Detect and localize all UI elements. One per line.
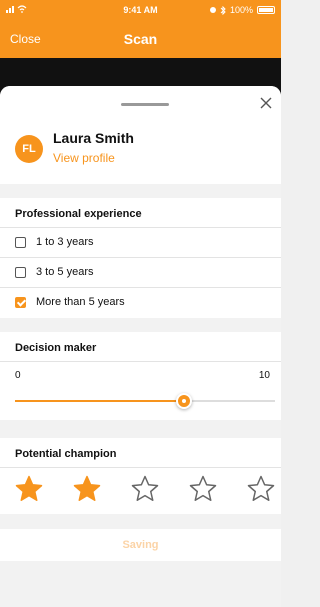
slider-labels: 0 10	[0, 362, 281, 386]
star-outline-icon[interactable]	[246, 474, 276, 504]
scan-sheet: FL Laura Smith View profile Professional…	[0, 86, 281, 607]
champion-section: Potential champion	[0, 438, 281, 514]
option-label: 3 to 5 years	[36, 266, 94, 278]
star-filled-icon[interactable]	[14, 474, 44, 504]
slider-fill	[15, 400, 184, 402]
close-icon[interactable]	[258, 95, 274, 111]
star-outline-icon[interactable]	[130, 474, 160, 504]
checkbox[interactable]	[15, 297, 26, 308]
champion-title: Potential champion	[0, 438, 281, 468]
decision-maker-title: Decision maker	[0, 332, 281, 362]
decision-maker-section: Decision maker 0 10	[0, 332, 281, 420]
checkbox[interactable]	[15, 267, 26, 278]
bluetooth-icon	[220, 5, 226, 15]
star-filled-icon[interactable]	[72, 474, 102, 504]
option-label: More than 5 years	[36, 296, 125, 308]
status-right: 100%	[209, 5, 275, 15]
slider-min-label: 0	[15, 370, 21, 381]
star-rating[interactable]	[0, 468, 281, 514]
option-label: 1 to 3 years	[36, 236, 94, 248]
experience-option[interactable]: 1 to 3 years	[0, 228, 281, 258]
person-name: Laura Smith	[53, 130, 134, 146]
star-outline-icon[interactable]	[188, 474, 218, 504]
experience-title: Professional experience	[0, 198, 281, 228]
experience-option[interactable]: More than 5 years	[0, 288, 281, 318]
view-profile-link[interactable]: View profile	[53, 151, 115, 165]
avatar: FL	[15, 135, 43, 163]
moon-icon	[209, 7, 216, 13]
profile-card: FL Laura Smith View profile	[0, 86, 281, 184]
sheet-grabber[interactable]	[121, 103, 169, 106]
checkbox[interactable]	[15, 237, 26, 248]
nav-title: Scan	[123, 31, 158, 47]
slider-max-label: 10	[258, 370, 270, 381]
experience-section: Professional experience 1 to 3 years 3 t…	[0, 198, 281, 318]
battery-icon	[257, 6, 275, 14]
nav-bar: Close Scan	[0, 20, 281, 58]
save-button[interactable]: Saving	[0, 529, 281, 561]
decision-maker-slider[interactable]	[0, 386, 281, 420]
slider-track[interactable]	[15, 393, 275, 409]
status-bar: 9:41 AM 100%	[0, 0, 281, 20]
slider-knob[interactable]	[176, 393, 192, 409]
experience-option[interactable]: 3 to 5 years	[0, 258, 281, 288]
battery-percent: 100%	[229, 5, 253, 15]
